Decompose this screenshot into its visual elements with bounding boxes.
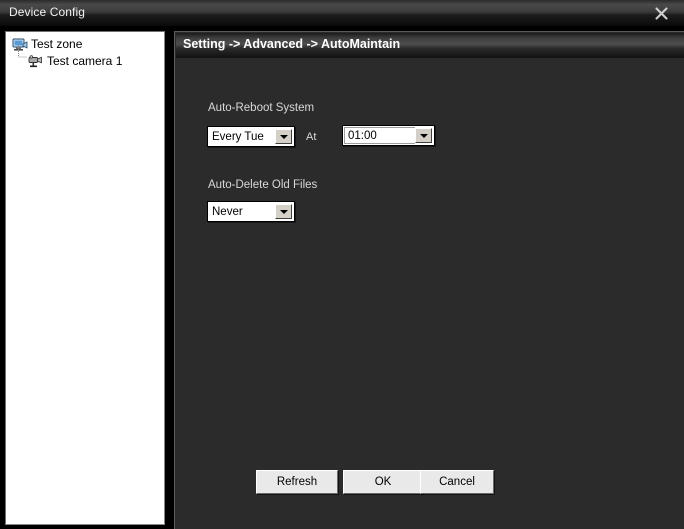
at-label: At bbox=[306, 131, 317, 143]
reboot-schedule-value: Every Tue bbox=[208, 127, 275, 146]
chevron-down-icon[interactable] bbox=[415, 128, 432, 143]
auto-delete-value: Never bbox=[208, 202, 275, 221]
auto-reboot-label: Auto-Reboot System bbox=[208, 102, 315, 114]
ok-button[interactable]: OK bbox=[343, 470, 423, 494]
cancel-button[interactable]: Cancel bbox=[420, 470, 494, 494]
camera-icon bbox=[27, 54, 44, 69]
breadcrumb-bar: Setting -> Advanced -> AutoMaintain bbox=[176, 33, 684, 58]
window-titlebar: Device Config bbox=[0, 0, 684, 27]
chevron-down-icon[interactable] bbox=[275, 129, 292, 144]
device-config-window: Device Config Test zone Test camera 1 Se… bbox=[0, 0, 684, 529]
tree-item-label: Test camera 1 bbox=[47, 54, 123, 68]
breadcrumb: Setting -> Advanced -> AutoMaintain bbox=[183, 37, 401, 51]
settings-content-panel: Setting -> Advanced -> AutoMaintain Auto… bbox=[174, 31, 684, 529]
reboot-time-dropdown[interactable]: 01:00 bbox=[342, 125, 435, 146]
auto-delete-label: Auto-Delete Old Files bbox=[208, 179, 318, 191]
tree-item-test-zone[interactable]: Test zone bbox=[6, 36, 164, 53]
window-title: Device Config bbox=[9, 5, 86, 19]
refresh-button[interactable]: Refresh bbox=[256, 470, 338, 494]
device-tree-panel[interactable]: Test zone Test camera 1 bbox=[5, 31, 165, 525]
auto-delete-dropdown[interactable]: Never bbox=[207, 201, 295, 222]
tree-item-label: Test zone bbox=[31, 37, 83, 51]
tree-item-test-camera-1[interactable]: Test camera 1 bbox=[6, 45, 164, 70]
reboot-time-value[interactable]: 01:00 bbox=[344, 127, 415, 144]
zone-monitor-icon bbox=[11, 37, 28, 52]
automaintain-form: Auto-Reboot System Every Tue At 01:00 Au… bbox=[175, 58, 684, 529]
chevron-down-icon[interactable] bbox=[275, 204, 292, 219]
close-icon[interactable] bbox=[644, 1, 678, 25]
reboot-schedule-dropdown[interactable]: Every Tue bbox=[207, 126, 295, 147]
